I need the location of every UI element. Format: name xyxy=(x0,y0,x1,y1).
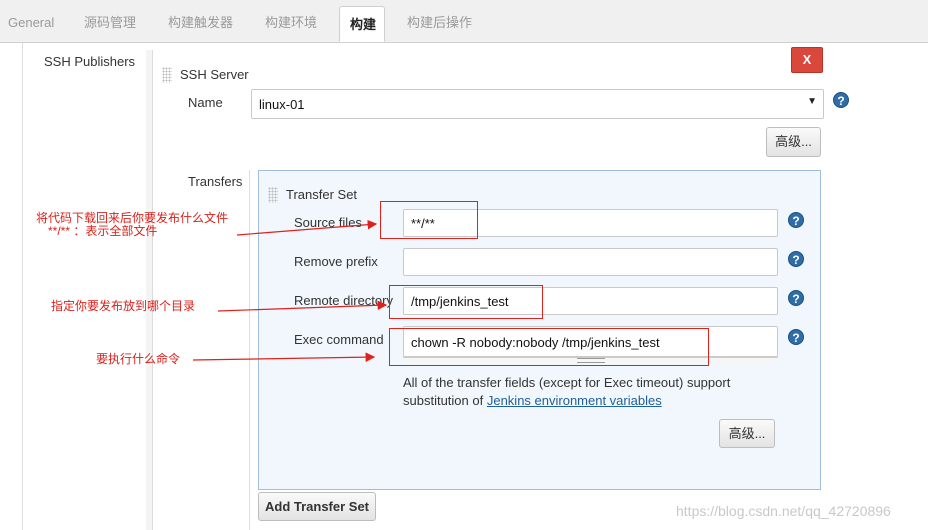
annotation-arrow-remote xyxy=(217,300,388,312)
annotation-arrows xyxy=(192,219,388,362)
watermark-text: https://blog.csdn.net/qq_42720896 xyxy=(676,503,891,519)
annotation-arrow-exec xyxy=(192,352,376,362)
annotation-arrow-source xyxy=(236,219,378,236)
